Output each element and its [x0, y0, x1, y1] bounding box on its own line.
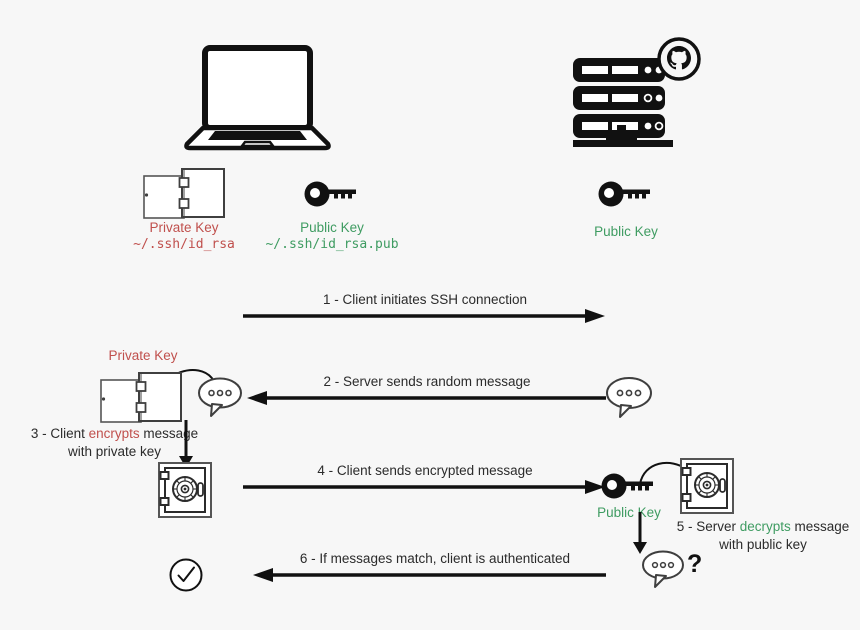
step-5-text-post: message [790, 519, 850, 534]
step-5-public-key-label: Public Key [597, 505, 661, 520]
check-circle-icon [169, 558, 203, 592]
step-4-arrow [243, 479, 607, 495]
step-3-down-arrow [178, 420, 194, 468]
step-6-arrow [252, 567, 606, 583]
private-key-door-icon [143, 168, 225, 220]
server-decrypted-bubble-icon [640, 548, 690, 590]
client-encrypted-safe-icon [158, 462, 212, 518]
ssh-authentication-diagram: Private Key ~/.ssh/id_rsa Public Key ~/.… [0, 0, 860, 630]
github-octocat-icon [656, 36, 702, 82]
step-2-arrow [246, 390, 606, 406]
server-message-bubble-icon [604, 374, 656, 420]
client-public-key-label: Public Key [300, 220, 364, 235]
client-private-key-path: ~/.ssh/id_rsa [133, 237, 235, 252]
step-5-text-highlight: decrypts [739, 519, 791, 534]
step-6-label: 6 - If messages match, client is authent… [299, 551, 571, 566]
step-4-label: 4 - Client sends encrypted message [317, 463, 533, 478]
step-1-label: 1 - Client initiates SSH connection [322, 292, 528, 307]
client-public-key-path: ~/.ssh/id_rsa.pub [265, 237, 399, 252]
step-3-text-highlight: encrypts [88, 426, 140, 441]
question-mark-icon: ? [687, 550, 703, 578]
server-stand-icon [573, 125, 683, 151]
client-public-key-icon [304, 180, 360, 208]
server-public-key-icon [598, 180, 654, 208]
step-2-label: 2 - Server sends random message [323, 374, 531, 389]
step-1-arrow [243, 308, 607, 324]
step-3-text-line2: with private key [67, 444, 162, 460]
server-public-key-label: Public Key [594, 224, 658, 239]
client-private-key-label: Private Key [149, 220, 219, 235]
step-5-label: 5 - Server decrypts message with public … [673, 518, 853, 554]
server-encrypted-safe-icon [680, 458, 734, 514]
step-3-private-key-door-icon [100, 372, 182, 424]
step-5-text-pre: 5 - Server [676, 519, 740, 534]
step-5-text-line2: with public key [719, 537, 807, 553]
client-message-bubble-icon [196, 375, 246, 419]
step-3-text-pre: 3 - Client [30, 426, 89, 441]
laptop-icon [184, 45, 331, 151]
